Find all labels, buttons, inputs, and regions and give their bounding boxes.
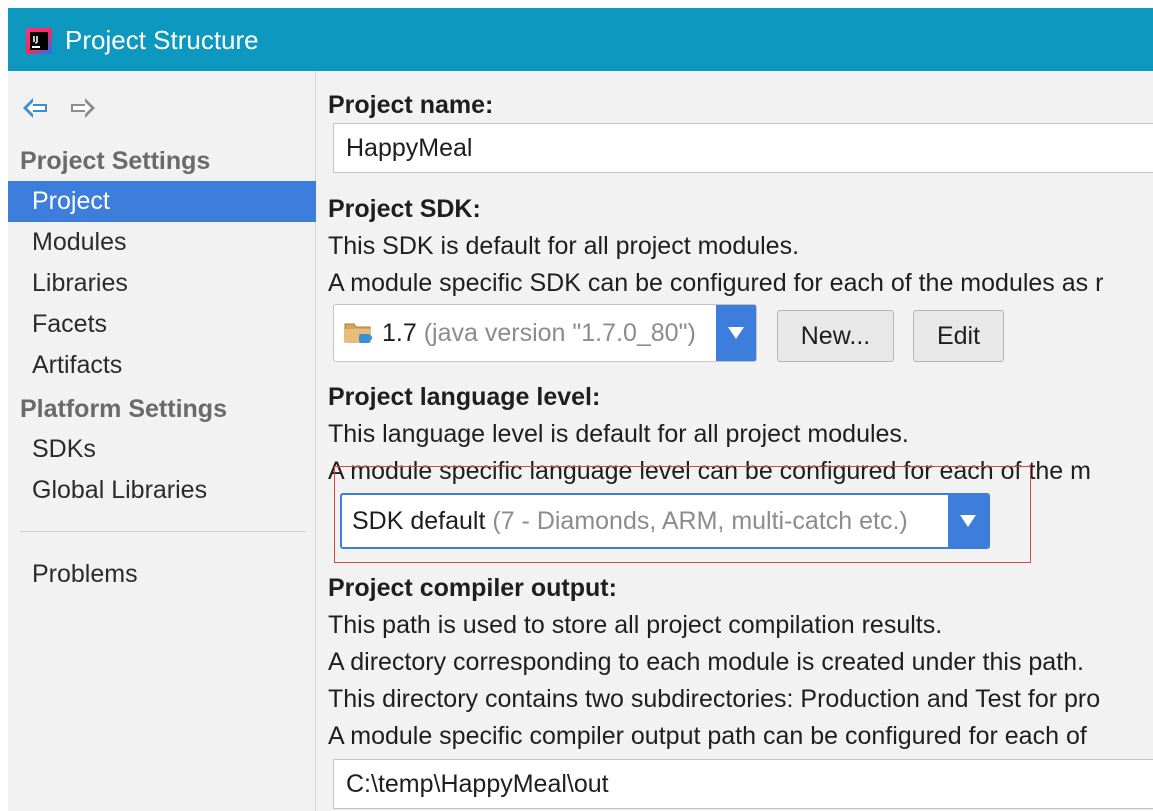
chevron-down-icon [728,327,744,339]
sidebar-item-global-libraries[interactable]: Global Libraries [8,470,316,511]
language-level-value: SDK default [352,507,486,535]
compiler-output-label: Project compiler output: [328,574,617,602]
sidebar-item-facets[interactable]: Facets [8,304,316,345]
title-bar: IJ Project Structure [8,8,1153,71]
sdk-version-detail: (java version "1.7.0_80") [423,319,696,347]
sidebar-item-artifacts[interactable]: Artifacts [8,345,316,386]
forward-arrow-icon[interactable] [68,93,98,123]
edit-sdk-button[interactable]: Edit [913,310,1004,362]
sidebar-item-sdks[interactable]: SDKs [8,429,316,470]
intellij-icon: IJ [26,28,52,54]
project-name-label: Project name: [328,91,494,119]
language-level-description: This language level is default for all p… [328,420,909,448]
compiler-output-module-description: A directory corresponding to each module… [328,648,1084,676]
folder-java-icon [344,323,373,343]
language-level-module-description: A module specific language level can be … [328,457,1091,485]
sidebar-divider [20,531,306,532]
sidebar-item-project[interactable]: Project [8,181,316,222]
compiler-output-description: This path is used to store all project c… [328,611,943,639]
project-settings-panel: Project name: HappyMeal Project SDK: Thi… [317,71,1153,811]
project-sdk-description: This SDK is default for all project modu… [328,232,800,260]
sdk-version: 1.7 [382,319,417,347]
sidebar-item-modules[interactable]: Modules [8,222,316,263]
project-sdk-dropdown[interactable]: 1.7 (java version "1.7.0_80") [333,304,757,362]
svg-text:IJ: IJ [33,35,39,44]
sidebar-item-libraries[interactable]: Libraries [8,263,316,304]
language-level-dropdown[interactable]: SDK default (7 - Diamonds, ARM, multi-ca… [340,493,990,549]
language-level-label: Project language level: [328,383,601,411]
project-sdk-module-description: A module specific SDK can be configured … [328,269,1104,297]
language-level-detail: (7 - Diamonds, ARM, multi-catch etc.) [492,507,908,535]
compiler-output-module-path-description: A module specific compiler output path c… [328,722,1087,750]
project-structure-window: IJ Project Structure Project Settings Pr… [8,8,1153,811]
back-arrow-icon[interactable] [20,93,50,123]
project-name-input[interactable]: HappyMeal [333,123,1153,173]
new-sdk-button[interactable]: New... [777,310,894,362]
chevron-down-icon [960,515,976,527]
language-level-dropdown-arrow[interactable] [948,495,988,547]
compiler-output-input[interactable]: C:\temp\HappyMeal\out [333,759,1153,809]
compiler-output-subdirs-description: This directory contains two subdirectori… [328,685,1101,713]
project-sdk-label: Project SDK: [328,195,481,223]
sidebar: Project Settings Project Modules Librari… [8,71,316,811]
sidebar-item-problems[interactable]: Problems [8,554,316,595]
platform-settings-header: Platform Settings [20,395,227,423]
sdk-dropdown-arrow[interactable] [716,305,756,361]
project-settings-header: Project Settings [20,147,211,175]
window-title: Project Structure [65,25,259,55]
